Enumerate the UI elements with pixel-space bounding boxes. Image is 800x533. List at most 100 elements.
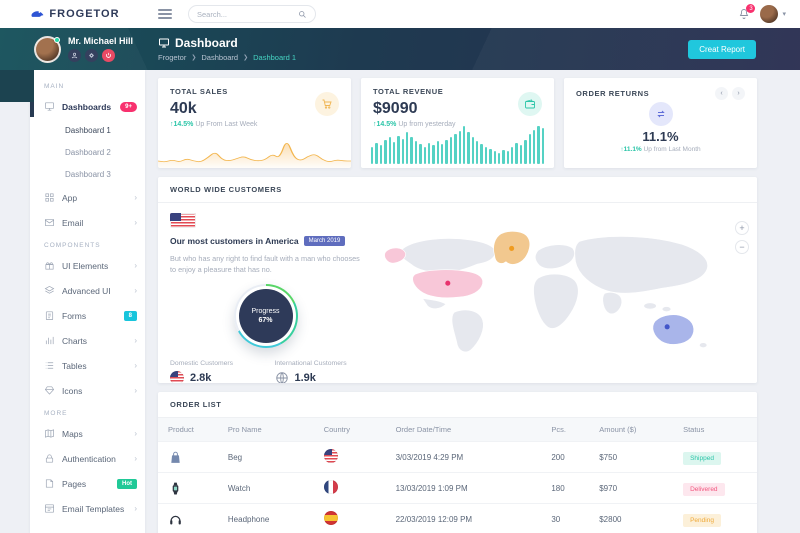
order-pcs: 30 bbox=[541, 504, 589, 533]
france-flag-icon bbox=[324, 480, 338, 494]
worldwide-paragraph: But who has any right to find fault with… bbox=[170, 253, 361, 276]
international-customers-stat: International Customers 1.9k bbox=[275, 360, 362, 383]
logo[interactable]: FROGETOR bbox=[0, 8, 150, 20]
order-date: 22/03/2019 12:09 PM bbox=[386, 504, 542, 533]
lock-icon bbox=[44, 453, 55, 464]
sales-sparkline-chart bbox=[158, 134, 351, 168]
order-returns-card: ORDER RETURNS ‹ › 11.1% ↑11.1% bbox=[564, 78, 757, 168]
logout-button[interactable] bbox=[102, 49, 115, 62]
map-region-south-america bbox=[452, 310, 483, 352]
wallet-icon bbox=[518, 92, 542, 116]
search-icon[interactable] bbox=[298, 10, 307, 19]
prev-button[interactable]: ‹ bbox=[715, 87, 728, 100]
worldwide-customers-panel: WORLD WIDE CUSTOMERS Our most customers … bbox=[158, 177, 757, 383]
notifications-button[interactable]: 3 bbox=[738, 8, 750, 20]
status-badge: Delivered bbox=[683, 483, 724, 496]
map-zoom-out-button[interactable]: − bbox=[735, 240, 749, 254]
map-zoom-in-button[interactable]: + bbox=[735, 221, 749, 235]
power-icon bbox=[105, 52, 112, 59]
mail-icon bbox=[44, 217, 55, 228]
chevron-right-icon: › bbox=[134, 286, 137, 295]
sidebar-section-label: COMPONENTS bbox=[30, 235, 145, 253]
map-region-canada bbox=[400, 239, 495, 273]
frog-logo-icon bbox=[30, 9, 44, 19]
map-region-india bbox=[603, 292, 622, 313]
avatar[interactable] bbox=[34, 36, 61, 63]
product-name: Watch bbox=[218, 473, 314, 504]
us-flag-icon bbox=[170, 371, 184, 383]
search-input[interactable] bbox=[197, 10, 298, 19]
sidebar-item-ui-elements[interactable]: UI Elements› bbox=[30, 253, 145, 278]
clipboard-icon bbox=[44, 310, 55, 321]
table-header-row: ProductPro NameCountryOrder Date/TimePcs… bbox=[158, 418, 757, 442]
breadcrumb-item[interactable]: Frogetor bbox=[158, 53, 186, 62]
topbar: FROGETOR 3 ▾ bbox=[0, 0, 800, 28]
sidebar-badge: 9+ bbox=[120, 102, 137, 112]
chevron-right-icon: › bbox=[134, 361, 137, 370]
gift-icon bbox=[44, 260, 55, 271]
profile-button[interactable] bbox=[68, 49, 81, 62]
chevron-right-icon: › bbox=[134, 504, 137, 513]
sidebar-item-icons[interactable]: Icons› bbox=[30, 378, 145, 403]
avatar bbox=[760, 5, 778, 23]
total-revenue-value: $9090 bbox=[373, 100, 542, 118]
map-region-alaska bbox=[385, 248, 406, 263]
sidebar-item-maps[interactable]: Maps› bbox=[30, 421, 145, 446]
sidebar-item-email-templates[interactable]: Email Templates› bbox=[30, 496, 145, 521]
world-map[interactable]: + − bbox=[373, 203, 757, 383]
total-sales-delta: ↑14.5% Up From Last Week bbox=[170, 121, 339, 128]
sidebar-item-forms[interactable]: Forms8 bbox=[30, 303, 145, 328]
user-menu[interactable]: ▾ bbox=[760, 5, 786, 23]
breadcrumb-item[interactable]: Dashboard bbox=[201, 53, 238, 62]
chevron-right-icon: › bbox=[134, 336, 137, 345]
sidebar-subitem-dashboard-3[interactable]: Dashboard 3 bbox=[30, 163, 145, 185]
chevron-right-icon: › bbox=[134, 386, 137, 395]
search-box bbox=[188, 5, 316, 23]
column-header: Status bbox=[673, 418, 757, 442]
status-badge: Shipped bbox=[683, 452, 721, 465]
settings-button[interactable] bbox=[85, 49, 98, 62]
sidebar-item-app[interactable]: App› bbox=[30, 185, 145, 210]
panel-title: WORLD WIDE CUSTOMERS bbox=[158, 177, 757, 203]
sidebar-subitem-dashboard-1[interactable]: Dashboard 1 bbox=[30, 119, 145, 141]
sidebar-item-advanced-ui[interactable]: Advanced UI› bbox=[30, 278, 145, 303]
map-marker-australia bbox=[665, 324, 670, 329]
sidebar-section-label: MORE bbox=[30, 403, 145, 421]
logo-text: FROGETOR bbox=[49, 8, 119, 20]
user-icon bbox=[71, 52, 78, 59]
globe-icon bbox=[275, 371, 289, 383]
sidebar-item-charts[interactable]: Charts› bbox=[30, 328, 145, 353]
domestic-customers-stat: Domestic Customers 2.8k bbox=[170, 360, 257, 383]
page-title: Dashboard bbox=[175, 36, 238, 50]
order-pcs: 200 bbox=[541, 442, 589, 473]
next-button[interactable]: › bbox=[732, 87, 745, 100]
sidebar-subitem-dashboard-2[interactable]: Dashboard 2 bbox=[30, 141, 145, 163]
mail-template-icon bbox=[44, 503, 55, 514]
monitor-icon bbox=[158, 37, 170, 49]
sidebar-item-dashboards[interactable]: Dashboards9+ bbox=[30, 94, 145, 119]
map-region-europe bbox=[535, 245, 574, 269]
online-status-dot bbox=[54, 37, 60, 43]
column-header: Pcs. bbox=[541, 418, 589, 442]
column-header: Product bbox=[158, 418, 218, 442]
map-marker-greenland bbox=[509, 246, 514, 251]
status-badge: Pending bbox=[683, 514, 721, 527]
sidebar-item-authentication[interactable]: Authentication› bbox=[30, 446, 145, 471]
create-report-button[interactable]: Creat Report bbox=[688, 40, 756, 59]
total-revenue-card: TOTAL REVENUE $9090 ↑14.5% Up from yeste… bbox=[361, 78, 554, 168]
band-user: Mr. Michael Hill bbox=[0, 36, 150, 63]
chevron-right-icon: › bbox=[134, 261, 137, 270]
order-date: 3/03/2019 4:29 PM bbox=[386, 442, 542, 473]
sidebar-item-pages[interactable]: PagesHot bbox=[30, 471, 145, 496]
chevron-right-icon: › bbox=[134, 218, 137, 227]
sidebar-section-label: MAIN bbox=[30, 76, 145, 94]
sidebar-item-email[interactable]: Email› bbox=[30, 210, 145, 235]
menu-toggle-icon[interactable] bbox=[158, 7, 172, 21]
breadcrumb: Frogetor ❯ Dashboard ❯ Dashboard 1 bbox=[158, 53, 296, 62]
card-title: TOTAL REVENUE bbox=[373, 87, 542, 96]
card-title: TOTAL SALES bbox=[170, 87, 339, 96]
sidebar-nav: MAINDashboards9+Dashboard 1Dashboard 2Da… bbox=[30, 70, 145, 533]
user-name: Mr. Michael Hill bbox=[68, 36, 133, 46]
sidebar-item-tables[interactable]: Tables› bbox=[30, 353, 145, 378]
total-sales-value: 40k bbox=[170, 100, 339, 118]
